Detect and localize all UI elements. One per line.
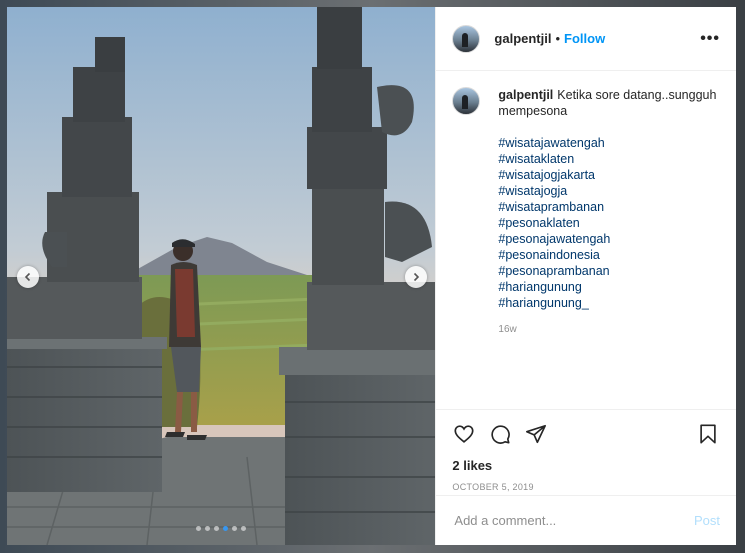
hashtag-link[interactable]: #pesonaindonesia <box>498 247 718 263</box>
post-photo[interactable] <box>7 7 436 545</box>
comment-input[interactable] <box>452 512 694 529</box>
actions-area: 2 likes OCTOBER 5, 2019 <box>436 409 736 495</box>
hashtag-link[interactable]: #wisataprambanan <box>498 199 718 215</box>
hashtag-link[interactable]: #wisatajogja <box>498 183 718 199</box>
hashtag-link[interactable]: #hariangunung <box>498 279 718 295</box>
chevron-left-icon <box>24 272 31 282</box>
action-bar <box>452 410 720 456</box>
comment-button[interactable] <box>488 422 512 446</box>
hashtag-link[interactable]: #pesonaprambanan <box>498 263 718 279</box>
chevron-right-icon <box>413 272 420 282</box>
hashtag-link[interactable]: #hariangunung_ <box>498 295 718 311</box>
follow-button[interactable]: Follow <box>564 31 605 46</box>
like-button[interactable] <box>452 422 476 446</box>
post-sidebar: galpentjil • Follow ••• galpentjil Ketika… <box>435 7 736 545</box>
avatar[interactable] <box>452 24 481 53</box>
comment-icon <box>491 425 511 444</box>
carousel-dot <box>241 526 247 531</box>
save-button[interactable] <box>696 422 720 446</box>
header-separator: • <box>555 31 561 46</box>
carousel-dot <box>196 526 202 531</box>
post-header: galpentjil • Follow ••• <box>436 7 736 71</box>
paper-plane-icon <box>526 424 547 444</box>
carousel-dot <box>232 526 238 531</box>
header-username[interactable]: galpentjil <box>494 31 551 46</box>
bookmark-icon <box>700 424 716 444</box>
heart-icon <box>454 425 474 443</box>
caption-age[interactable]: 16w <box>498 322 718 338</box>
carousel-dots <box>7 526 435 531</box>
carousel-next-button[interactable] <box>405 266 427 288</box>
post-comment-button[interactable]: Post <box>694 513 720 528</box>
hashtag-link[interactable]: #wisataklaten <box>498 151 718 167</box>
more-options-icon[interactable]: ••• <box>700 30 720 48</box>
carousel-dot <box>223 526 229 531</box>
share-button[interactable] <box>524 422 548 446</box>
carousel-prev-button[interactable] <box>17 266 39 288</box>
hashtag-link[interactable]: #pesonaklaten <box>498 215 718 231</box>
caption-username[interactable]: galpentjil <box>498 88 553 102</box>
likes-count[interactable]: 2 likes <box>452 458 720 473</box>
hashtag-list: #wisatajawatengah #wisataklaten #wisataj… <box>498 135 718 311</box>
post-date[interactable]: OCTOBER 5, 2019 <box>452 482 720 492</box>
carousel-dot <box>205 526 211 531</box>
hashtag-link[interactable]: #wisatajawatengah <box>498 135 718 151</box>
hashtag-link[interactable]: #pesonajawatengah <box>498 231 718 247</box>
caption-body: galpentjil Ketika sore datang..sungguh me… <box>498 87 718 338</box>
carousel-dot <box>214 526 220 531</box>
comment-form: Post <box>436 495 736 545</box>
post-modal: galpentjil • Follow ••• galpentjil Ketika… <box>7 7 736 545</box>
caption-row: galpentjil Ketika sore datang..sungguh me… <box>452 87 720 338</box>
avatar[interactable] <box>452 87 481 115</box>
comments-area: galpentjil Ketika sore datang..sungguh me… <box>436 71 736 409</box>
hashtag-link[interactable]: #wisatajogjakarta <box>498 167 718 183</box>
photo-scene <box>7 7 436 545</box>
